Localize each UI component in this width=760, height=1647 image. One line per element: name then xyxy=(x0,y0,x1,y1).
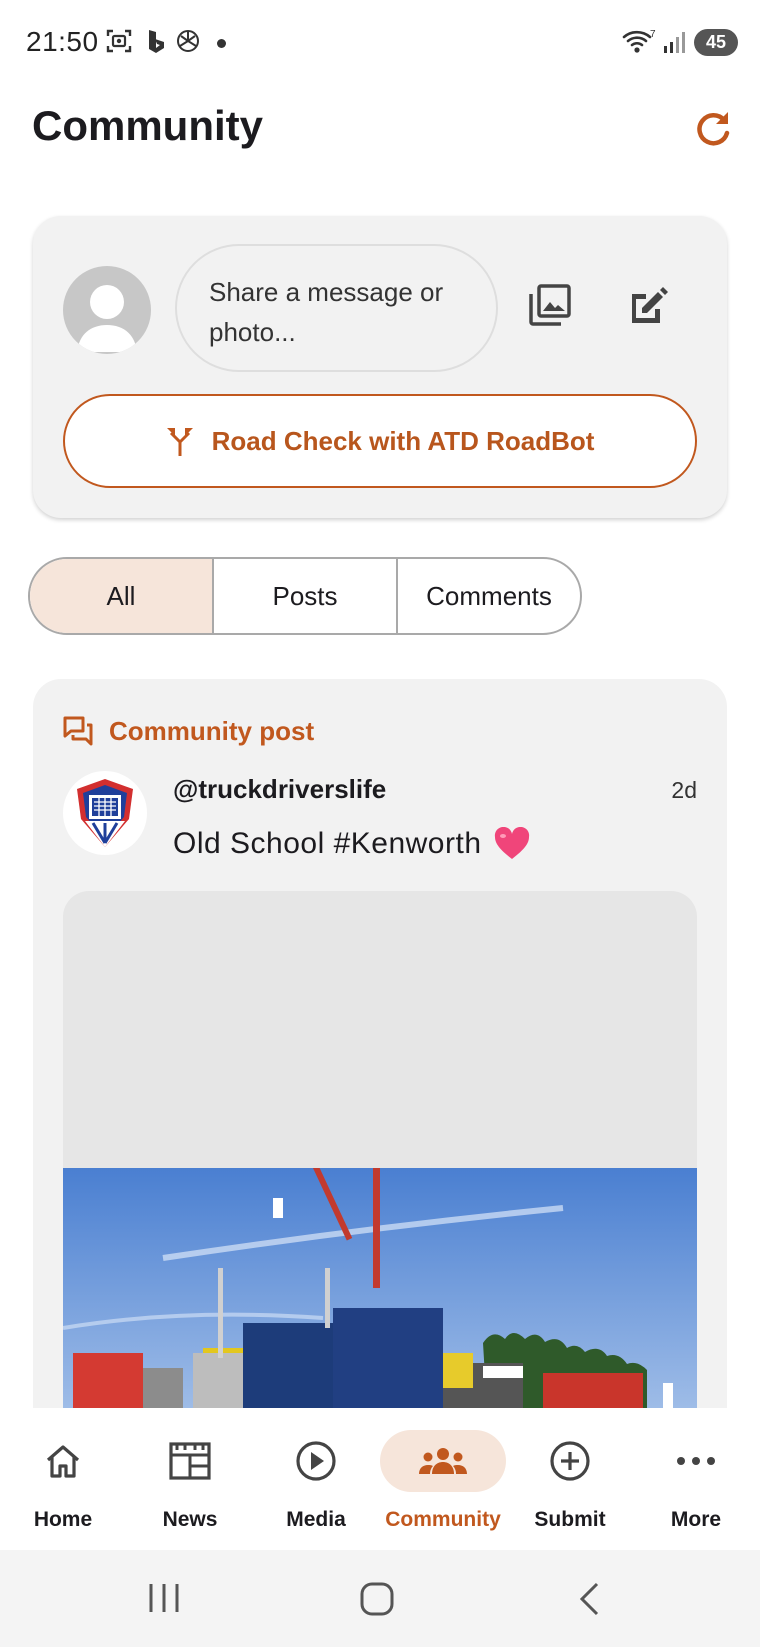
nav-submit[interactable]: Submit xyxy=(507,1408,633,1550)
play-circle-icon xyxy=(296,1441,336,1481)
more-horizontal-icon xyxy=(677,1457,715,1465)
nav-more[interactable]: More xyxy=(633,1408,759,1550)
person-placeholder-icon xyxy=(77,285,137,352)
status-bar: 21:50 7 45 xyxy=(0,0,760,86)
recent-apps-icon xyxy=(149,1584,179,1612)
post-username[interactable]: @truckdriverslife xyxy=(173,774,386,805)
page-title: Community xyxy=(32,102,263,149)
nav-community-icon-wrap xyxy=(380,1430,506,1492)
edit-icon xyxy=(632,287,668,323)
fork-route-icon xyxy=(166,428,193,456)
add-circle-icon xyxy=(550,1441,590,1481)
nav-news-icon-wrap xyxy=(127,1430,253,1492)
post-timestamp: 2d xyxy=(671,777,697,803)
post-card[interactable]: Community post @truckdriverslife 2d Old … xyxy=(33,679,727,1439)
refresh-icon xyxy=(697,112,730,146)
filter-comments[interactable]: Comments xyxy=(398,559,580,633)
people-icon xyxy=(419,1448,467,1474)
post-text-content: Old School #Kenworth xyxy=(173,827,482,860)
home-circle-icon xyxy=(360,1582,394,1616)
post-author-avatar[interactable] xyxy=(63,771,147,855)
truck-photo xyxy=(63,1168,697,1439)
nav-community-label: Community xyxy=(385,1508,501,1531)
nav-submit-icon-wrap xyxy=(507,1430,633,1492)
nav-home-icon-wrap xyxy=(0,1430,126,1492)
composer-card: Share a message or photo... Road Check w… xyxy=(33,216,727,518)
nav-news-label: News xyxy=(162,1508,218,1531)
nav-home-label: Home xyxy=(33,1508,93,1531)
screenshot-icon xyxy=(106,28,132,59)
home-icon xyxy=(46,1445,80,1478)
bottom-navigation: Home News Media Community Submit More xyxy=(0,1408,760,1550)
nav-more-label: More xyxy=(670,1508,722,1531)
back-button[interactable] xyxy=(578,1582,600,1621)
filter-posts[interactable]: Posts xyxy=(214,559,398,633)
system-navigation-bar xyxy=(0,1550,760,1647)
nav-media-icon-wrap xyxy=(253,1430,379,1492)
bing-icon xyxy=(146,28,166,59)
post-text: Old School #Kenworth xyxy=(173,827,530,861)
road-check-label: Road Check with ATD RoadBot xyxy=(211,425,595,456)
nav-news[interactable]: News xyxy=(127,1408,253,1550)
nav-submit-label: Submit xyxy=(534,1508,606,1531)
share-message-input[interactable]: Share a message or photo... xyxy=(175,244,498,372)
recent-apps-button[interactable] xyxy=(148,1582,180,1619)
chatgpt-icon xyxy=(175,28,201,59)
nav-more-icon-wrap xyxy=(633,1430,759,1492)
wifi-icon: 7 xyxy=(622,28,656,59)
nav-media[interactable]: Media xyxy=(253,1408,379,1550)
community-screen: 21:50 7 45 Community Share a message or … xyxy=(0,0,760,1647)
compose-post-button[interactable] xyxy=(624,282,670,328)
back-chevron-icon xyxy=(579,1582,599,1616)
battery-icon: 45 xyxy=(694,29,738,56)
nav-home[interactable]: Home xyxy=(0,1408,126,1550)
nav-community[interactable]: Community xyxy=(380,1408,506,1550)
avatar xyxy=(63,266,151,354)
home-system-button[interactable] xyxy=(360,1582,394,1621)
road-check-button[interactable]: Road Check with ATD RoadBot xyxy=(63,394,697,488)
post-type-row: Community post xyxy=(63,711,314,751)
feed-filter: All Posts Comments xyxy=(28,557,582,635)
post-type-label: Community post xyxy=(109,715,315,746)
nav-media-label: Media xyxy=(286,1508,346,1531)
news-icon xyxy=(169,1442,211,1480)
pink-heart-emoji xyxy=(494,827,529,859)
notification-dot xyxy=(217,39,226,48)
filter-all[interactable]: All xyxy=(30,559,214,633)
add-photo-button[interactable] xyxy=(527,282,573,328)
photo-library-icon xyxy=(529,284,571,326)
svg-text:7: 7 xyxy=(650,29,656,40)
forum-icon xyxy=(63,716,93,746)
refresh-button[interactable] xyxy=(690,106,736,152)
status-time: 21:50 xyxy=(26,26,99,57)
post-image[interactable] xyxy=(63,891,697,1439)
signal-icon xyxy=(663,30,689,59)
shield-logo-icon xyxy=(64,772,146,854)
